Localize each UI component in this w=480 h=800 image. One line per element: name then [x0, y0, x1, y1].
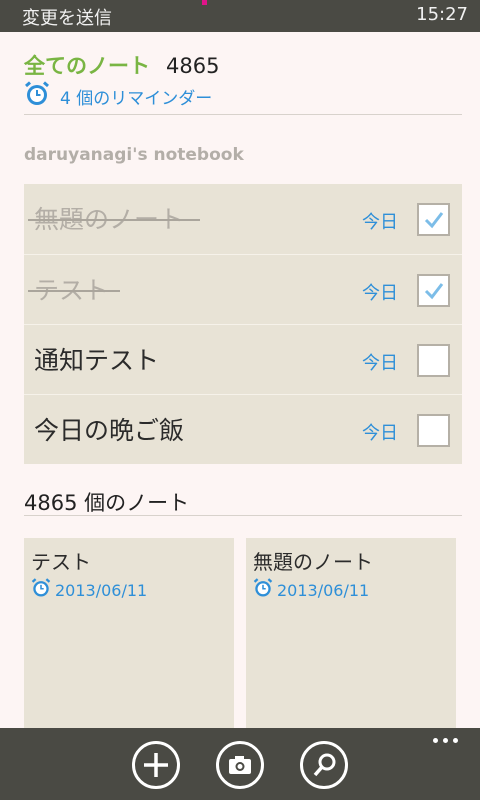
reminder-row[interactable]: 通知テスト 今日: [24, 324, 462, 394]
strikethrough-line: [28, 219, 200, 221]
reminders-link[interactable]: 4 個のリマインダー: [24, 80, 213, 112]
status-sync-text[interactable]: 変更を送信: [22, 4, 112, 30]
notebook-name[interactable]: daruyanagi's notebook: [24, 145, 244, 165]
strikethrough-line: [28, 290, 120, 292]
reminder-date: 今日: [362, 212, 398, 233]
check-icon: [424, 283, 444, 300]
reminders-link-label: 4 個のリマインダー: [60, 88, 213, 109]
reminder-row[interactable]: テスト 今日: [24, 254, 462, 324]
check-icon: [424, 212, 444, 229]
reminder-list: 無題のノート 今日 テスト 今日 通知テスト 今日 今日の晩ご飯 今日: [24, 184, 462, 464]
reminder-checkbox[interactable]: [417, 274, 450, 307]
search-icon: [313, 753, 336, 777]
reminder-checkbox[interactable]: [417, 414, 450, 447]
alarm-clock-icon: [24, 80, 50, 112]
note-title: 無題のノート: [253, 550, 373, 574]
reminder-row[interactable]: 今日の晩ご飯 今日: [24, 394, 462, 464]
status-time: 15:27: [416, 4, 468, 25]
reminder-title: 通知テスト: [34, 346, 160, 375]
search-button[interactable]: [300, 741, 348, 789]
status-accent-mark: [202, 0, 207, 5]
note-reminder-date: 2013/06/11: [253, 578, 369, 602]
status-bar: 変更を送信 15:27: [0, 0, 480, 32]
reminder-row[interactable]: 無題のノート 今日: [24, 184, 462, 254]
alarm-clock-icon: [31, 578, 51, 602]
note-title: テスト: [31, 550, 91, 574]
alarm-clock-icon: [253, 578, 273, 602]
notes-count-heading: 4865 個のノート: [24, 491, 190, 515]
note-card[interactable]: テスト 2013/06/11: [24, 538, 234, 738]
page-header: 全てのノート 4865: [24, 50, 219, 84]
add-icon: [144, 753, 168, 777]
reminder-title: 無題のノート: [34, 205, 185, 234]
note-reminder-date: 2013/06/11: [31, 578, 147, 602]
reminder-title: 今日の晩ご飯: [34, 416, 185, 445]
note-total-count: 4865: [166, 54, 220, 78]
reminder-title: テスト: [34, 276, 110, 305]
reminder-date: 今日: [362, 353, 398, 374]
reminder-checkbox[interactable]: [417, 344, 450, 377]
app-bar: [0, 728, 480, 800]
notes-divider: [24, 515, 462, 516]
more-icon[interactable]: [433, 738, 458, 743]
note-card[interactable]: 無題のノート 2013/06/11: [246, 538, 456, 738]
note-date-text: 2013/06/11: [277, 580, 370, 600]
header-divider: [24, 114, 462, 115]
reminder-date: 今日: [362, 423, 398, 444]
camera-icon: [229, 756, 251, 774]
page-title[interactable]: 全てのノート: [24, 50, 150, 80]
reminder-checkbox[interactable]: [417, 203, 450, 236]
reminder-date: 今日: [362, 283, 398, 304]
camera-button[interactable]: [216, 741, 264, 789]
note-date-text: 2013/06/11: [55, 580, 148, 600]
add-note-button[interactable]: [132, 741, 180, 789]
